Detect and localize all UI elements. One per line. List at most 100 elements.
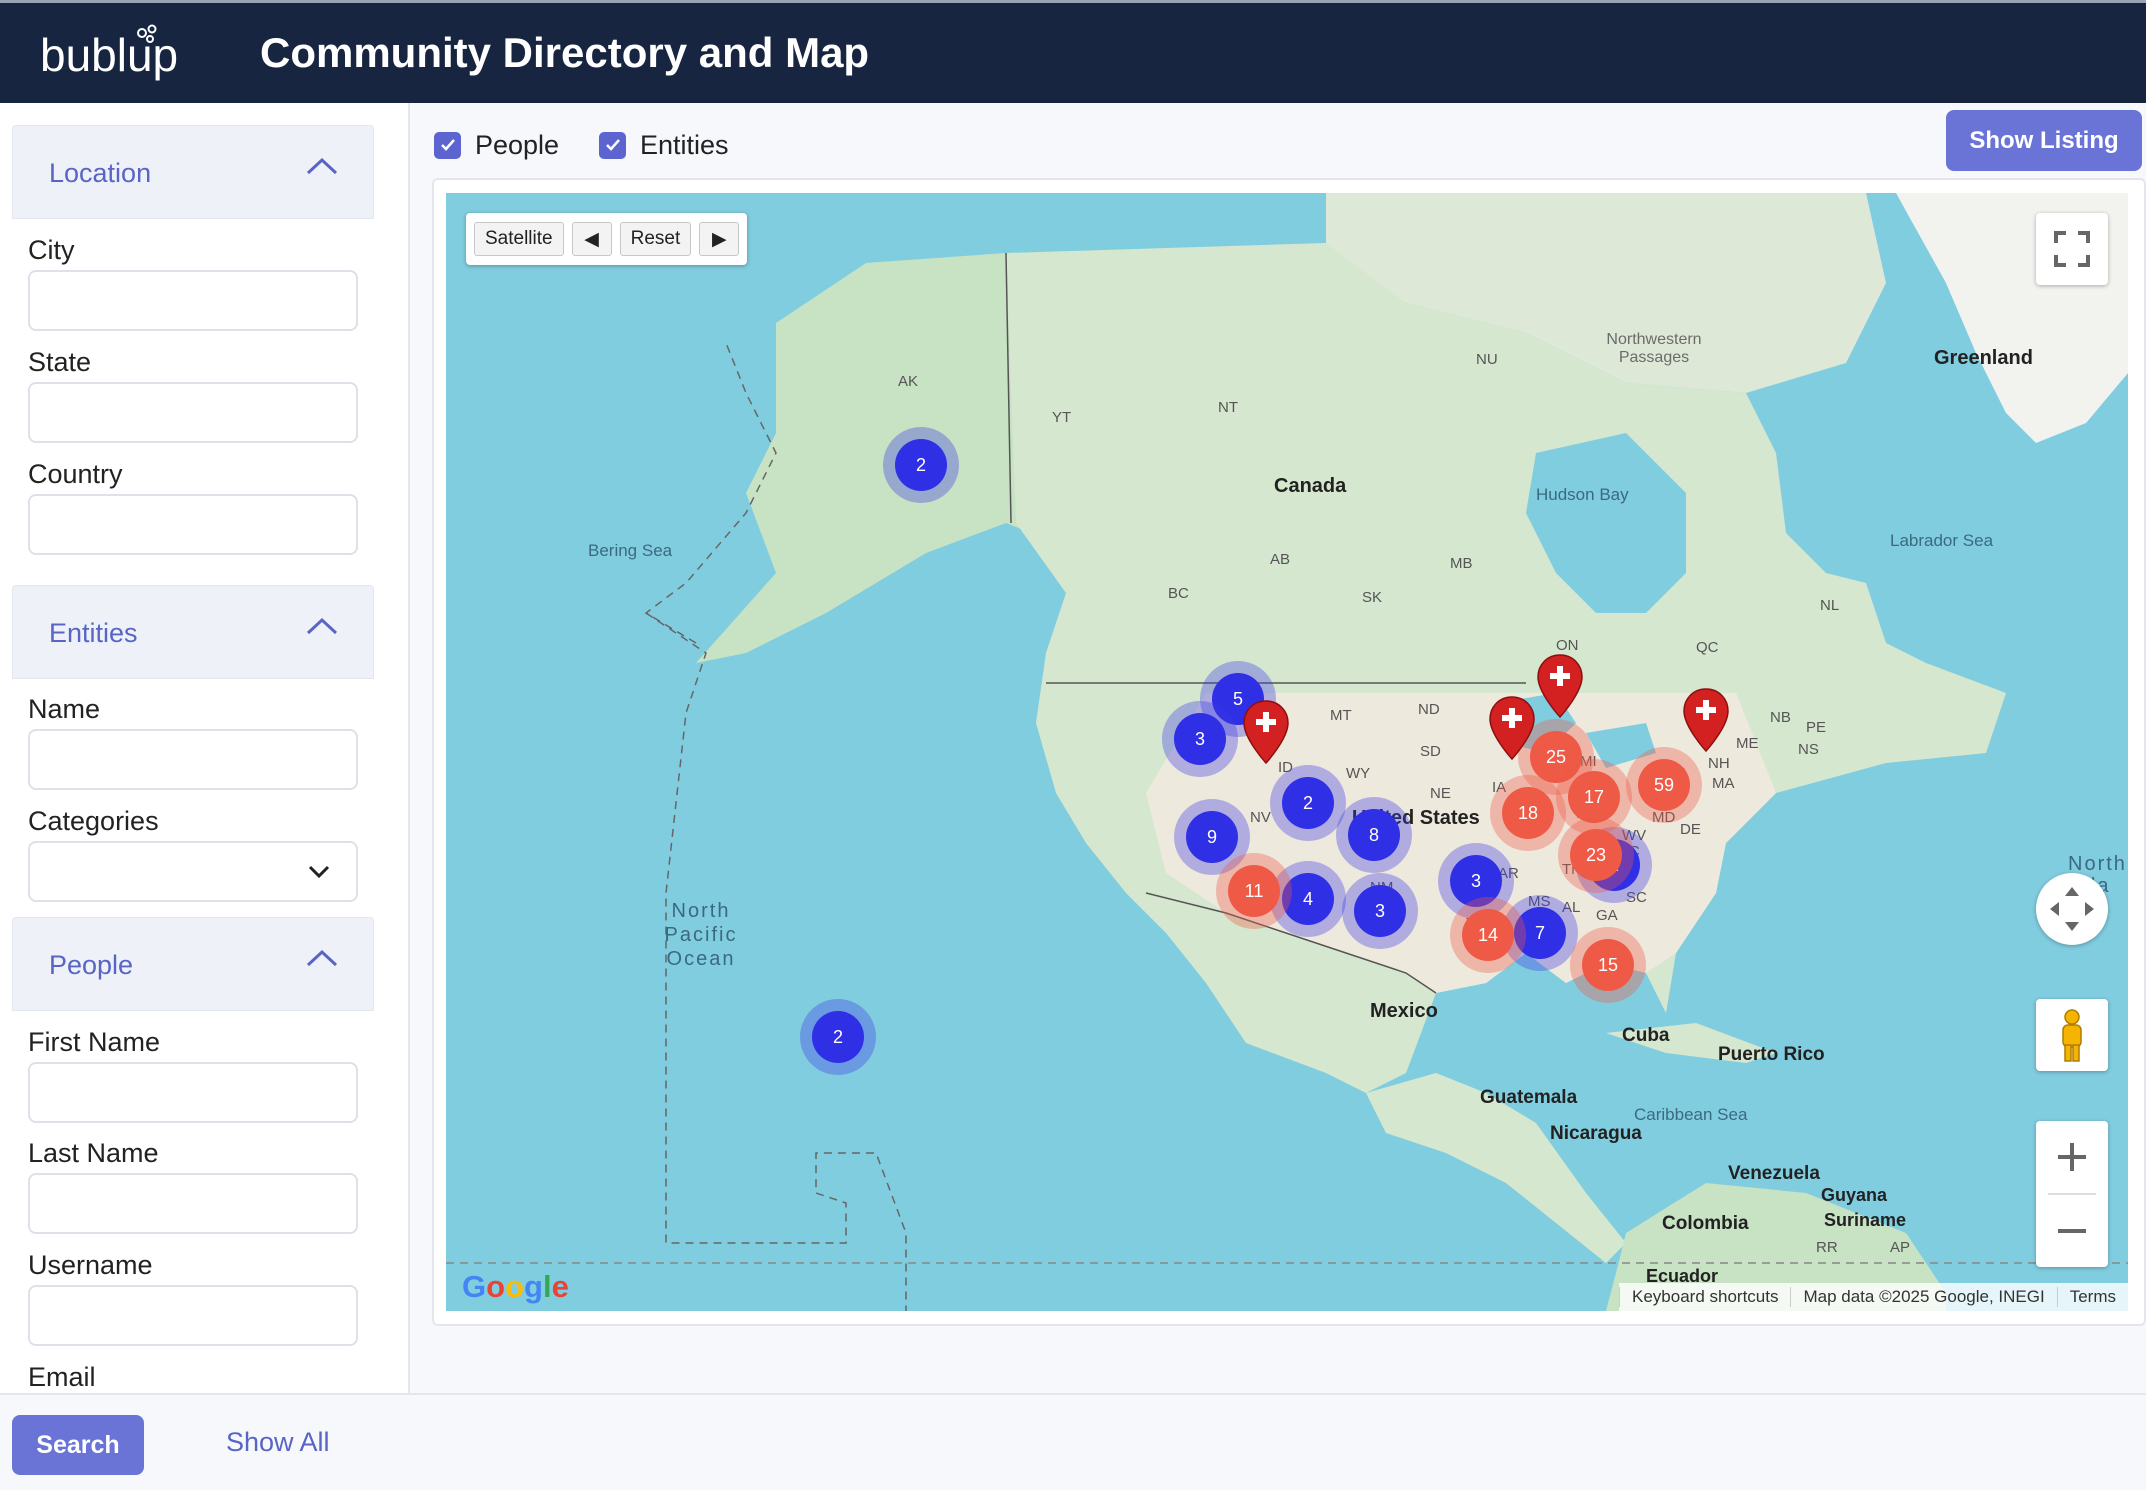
prev-button[interactable]: ◀ bbox=[571, 222, 612, 256]
camera-control-button[interactable] bbox=[2036, 873, 2108, 945]
pegman-icon bbox=[2062, 1009, 2082, 1062]
first-name-input[interactable] bbox=[28, 1062, 358, 1123]
map-control-bar: Satellite ◀ Reset ▶ bbox=[466, 213, 748, 265]
people-cluster[interactable]: 2 bbox=[895, 439, 947, 491]
entities-cluster[interactable]: 14 bbox=[1462, 909, 1514, 961]
map-attribution: Keyboard shortcuts Map data ©2025 Google… bbox=[1619, 1283, 2128, 1311]
chevron-up-icon bbox=[306, 617, 338, 635]
map-label-wy: WY bbox=[1346, 765, 1371, 782]
map-label-nv: NV bbox=[1250, 809, 1271, 826]
map-label-de: DE bbox=[1680, 821, 1701, 838]
entity-pin-icon[interactable] bbox=[1682, 687, 1730, 753]
people-cluster[interactable]: 3 bbox=[1354, 885, 1406, 937]
map-label-mi: MI bbox=[1580, 753, 1597, 770]
people-section-label: People bbox=[49, 950, 134, 980]
people-cluster[interactable]: 4 bbox=[1282, 873, 1334, 925]
show-all-link[interactable]: Show All bbox=[226, 1427, 330, 1458]
zoom-out-button[interactable] bbox=[2036, 1195, 2108, 1267]
entity-pin-icon[interactable] bbox=[1242, 699, 1290, 765]
map-label-nb: NB bbox=[1770, 709, 1791, 726]
entity-pin-icon[interactable] bbox=[1536, 653, 1584, 719]
map-label-pe: PE bbox=[1806, 719, 1827, 736]
name-input[interactable] bbox=[28, 729, 358, 790]
location-section-header[interactable]: Location bbox=[12, 125, 374, 219]
map-label-cuba: Cuba bbox=[1622, 1025, 1670, 1046]
people-cluster[interactable]: 8 bbox=[1348, 809, 1400, 861]
entities-cluster[interactable]: 23 bbox=[1570, 829, 1622, 881]
map-label-labrador-sea: Labrador Sea bbox=[1890, 531, 1994, 550]
entities-cluster[interactable]: 59 bbox=[1638, 759, 1690, 811]
map-label-mexico: Mexico bbox=[1370, 1000, 1438, 1022]
people-cluster[interactable]: 3 bbox=[1450, 855, 1502, 907]
chevron-down-icon bbox=[308, 865, 330, 879]
street-view-button[interactable] bbox=[2036, 999, 2108, 1071]
google-logo[interactable]: Google bbox=[462, 1269, 569, 1305]
people-checkbox[interactable]: People bbox=[434, 130, 559, 160]
map-label-nu: NU bbox=[1476, 351, 1498, 368]
map-label-ga: GA bbox=[1596, 907, 1618, 924]
city-input[interactable] bbox=[28, 270, 358, 331]
reset-button[interactable]: Reset bbox=[619, 222, 692, 256]
bublup-logo[interactable]: bublup bbox=[40, 23, 190, 85]
map-label-colombia: Colombia bbox=[1662, 1213, 1749, 1234]
map-view[interactable]: Greenland Canada United States Mexico Cu… bbox=[446, 193, 2128, 1311]
country-input[interactable] bbox=[28, 494, 358, 555]
people-cluster[interactable]: 2 bbox=[812, 1011, 864, 1063]
entities-cluster[interactable]: 11 bbox=[1228, 865, 1280, 917]
first-name-label: First Name bbox=[28, 1027, 161, 1057]
entities-cluster[interactable]: 17 bbox=[1568, 771, 1620, 823]
terms-link[interactable]: Terms bbox=[2056, 1287, 2128, 1307]
last-name-label: Last Name bbox=[28, 1138, 159, 1168]
location-section-label: Location bbox=[49, 158, 152, 188]
map-label-nicaragua: Nicaragua bbox=[1550, 1123, 1642, 1144]
map-label-nt: NT bbox=[1218, 399, 1238, 416]
checkbox-checked-icon bbox=[434, 131, 461, 159]
chevron-up-icon bbox=[306, 949, 338, 967]
entities-cluster[interactable]: 15 bbox=[1582, 939, 1634, 991]
people-cluster[interactable]: 7 bbox=[1514, 907, 1566, 959]
map-label-north-pacific-ocean: North Pacific Ocean bbox=[664, 900, 738, 970]
people-cluster[interactable]: 9 bbox=[1186, 811, 1238, 863]
map-label-mb: MB bbox=[1450, 555, 1473, 572]
map-label-mt: MT bbox=[1330, 707, 1352, 724]
entities-cluster[interactable]: 25 bbox=[1530, 731, 1582, 783]
map-label-ia: IA bbox=[1492, 779, 1507, 796]
filter-sidebar: Location City State Country Entities Nam… bbox=[0, 103, 410, 1393]
show-listing-button[interactable]: Show Listing bbox=[1946, 110, 2142, 171]
entities-checkbox-label: Entities bbox=[640, 129, 729, 160]
entities-cluster[interactable]: 18 bbox=[1502, 787, 1554, 839]
categories-select[interactable] bbox=[28, 841, 358, 902]
map-data-credit: Map data ©2025 Google, INEGI bbox=[1790, 1287, 2056, 1307]
map-label-me: ME bbox=[1736, 735, 1759, 752]
minus-icon bbox=[2058, 1229, 2086, 1233]
people-cluster[interactable]: 2 bbox=[1282, 777, 1334, 829]
last-name-input[interactable] bbox=[28, 1173, 358, 1234]
entities-checkbox[interactable]: Entities bbox=[599, 130, 729, 160]
map-label-yt: YT bbox=[1052, 409, 1072, 426]
fullscreen-button[interactable] bbox=[2036, 213, 2108, 285]
checkbox-checked-icon bbox=[599, 131, 626, 159]
people-section-header[interactable]: People bbox=[12, 917, 374, 1011]
people-cluster[interactable]: 3 bbox=[1174, 713, 1226, 765]
keyboard-shortcuts-link[interactable]: Keyboard shortcuts bbox=[1619, 1287, 1790, 1307]
people-checkbox-label: People bbox=[475, 129, 560, 160]
map-label-bering-sea: Bering Sea bbox=[588, 541, 673, 560]
state-label: State bbox=[28, 347, 92, 377]
map-label-ns: NS bbox=[1798, 741, 1819, 758]
username-label: Username bbox=[28, 1250, 153, 1280]
zoom-in-button[interactable] bbox=[2036, 1121, 2108, 1193]
username-input[interactable] bbox=[28, 1285, 358, 1346]
entities-section-header[interactable]: Entities bbox=[12, 585, 374, 679]
map-label-md: MD bbox=[1652, 809, 1676, 826]
categories-label: Categories bbox=[28, 806, 159, 836]
map-label-nh: NH bbox=[1708, 755, 1730, 772]
plus-icon bbox=[2058, 1143, 2086, 1171]
email-label: Email bbox=[28, 1362, 96, 1392]
map-toolbar: People Entities Show Listing bbox=[410, 103, 2146, 181]
search-button[interactable]: Search bbox=[12, 1415, 144, 1475]
next-button[interactable]: ▶ bbox=[699, 222, 740, 256]
satellite-button[interactable]: Satellite bbox=[474, 222, 564, 256]
entity-pin-icon[interactable] bbox=[1488, 695, 1536, 761]
chevron-up-icon bbox=[306, 157, 338, 175]
state-input[interactable] bbox=[28, 382, 358, 443]
